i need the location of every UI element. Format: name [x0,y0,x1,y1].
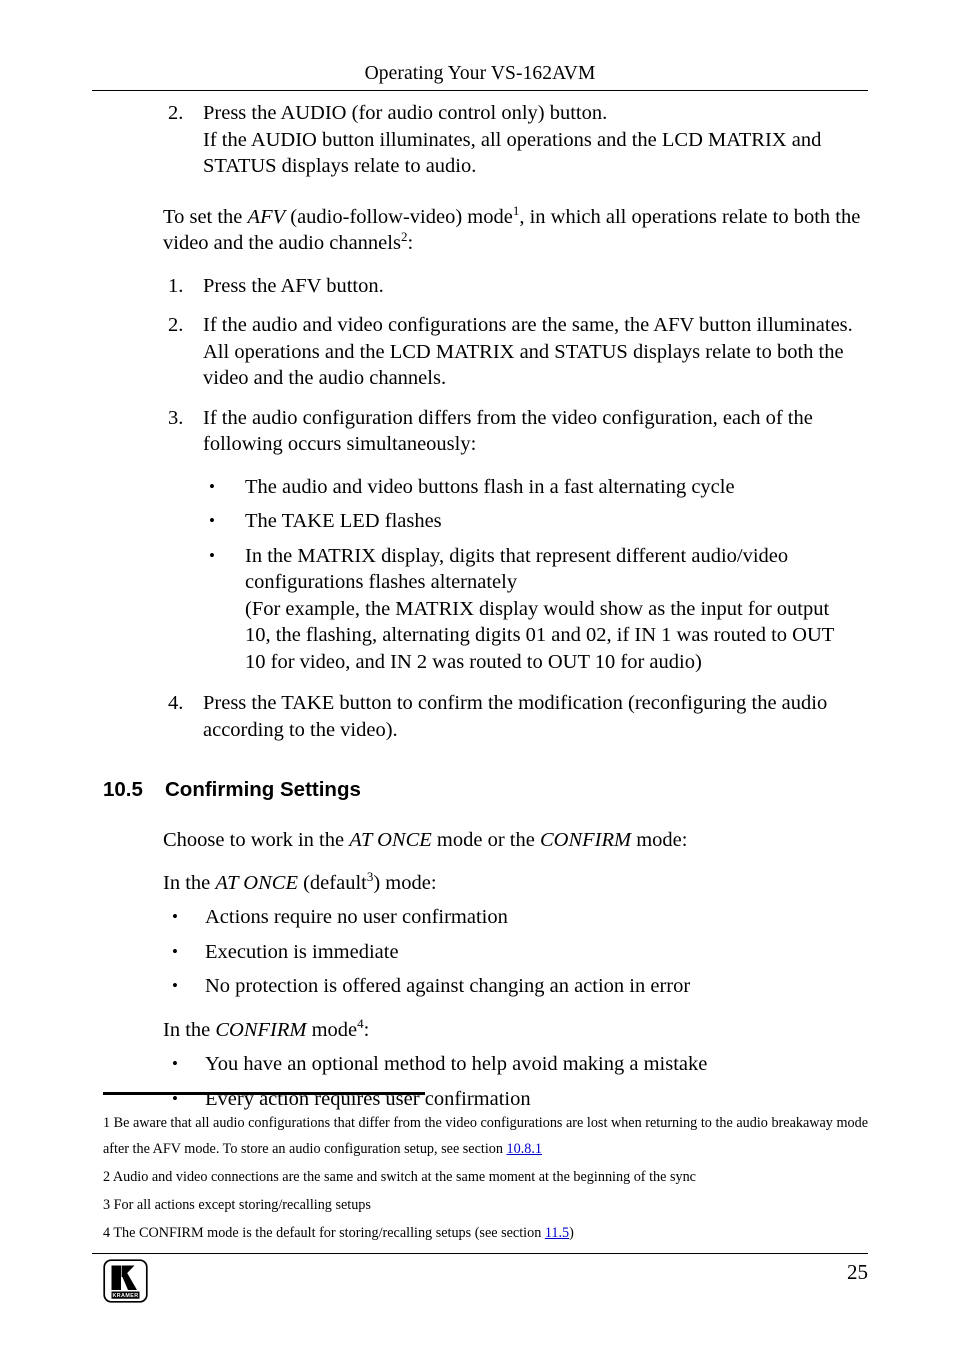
list-item-line-1: Press the AUDIO (for audio control only)… [203,102,608,124]
confirm-bullet-list: • You have an optional method to help av… [0,1051,954,1112]
list-item: • The TAKE LED flashes [0,508,954,535]
bullet-icon: • [209,476,215,496]
at-once-intro-paragraph: In the AT ONCE (default3) mode: [0,870,954,897]
list-item-text: Press the TAKE button to confirm the mod… [203,692,828,741]
list-item: • Actions require no user confirmation [0,904,954,931]
bullet-icon: • [172,976,178,995]
list-item-number: 3. [168,406,184,429]
afv-sub-bullet-list: • The audio and video buttons flash in a… [0,474,954,676]
confirm-part-1: In the [163,1018,216,1041]
list-item-number: 2. [168,102,184,124]
section-title: Confirming Settings [165,778,361,801]
footnote-4-tail: ) [569,1225,574,1241]
at-once-part-1: In the [163,871,216,894]
choose-part-3: mode: [631,829,688,851]
afv-step4-list: 4. Press the TAKE button to confirm the … [0,690,954,743]
footnote-4-link[interactable]: 11.5 [545,1225,569,1241]
list-item-text: No protection is offered against changin… [205,975,691,997]
section-number: 10.5 [103,778,143,801]
list-item-text: If the audio configuration differs from … [203,406,813,456]
section-heading-10-5: 10.5 Confirming Settings [0,777,954,803]
list-item: 2. Press the AUDIO (for audio control on… [0,100,954,180]
afv-intro-paragraph: To set the AFV (audio-follow-video) mode… [0,204,954,257]
list-item: • No protection is offered against chang… [0,973,954,1000]
bullet-icon: • [172,1054,178,1073]
footnote-4: 4 The CONFIRM mode is the default for st… [103,1220,868,1246]
footnote-separator [103,1092,425,1095]
kramer-logo-text: KRAMER [112,1293,138,1299]
confirm-part-2: mode [306,1018,358,1041]
afv-intro-part-4: : [407,232,414,254]
confirm-intro-paragraph: In the CONFIRM mode4: [0,1017,954,1044]
at-once-bullet-list: • Actions require no user confirmation •… [0,904,954,1000]
list-item-text: If the audio and video configurations ar… [203,314,853,389]
list-item-text: Actions require no user confirmation [205,906,508,928]
bullet-icon: • [209,545,215,565]
list-item-number: 2. [168,314,184,336]
list-item-line-2: If the AUDIO button illuminates, all ope… [203,128,822,178]
confirm-italic: CONFIRM [215,1018,307,1041]
bullet-icon: • [172,1088,178,1108]
footnote-2-text: 2 Audio and video connections are the sa… [103,1169,696,1185]
afv-intro-part-2: (audio-follow-video) mode [285,205,513,228]
footer-divider [92,1253,868,1254]
list-item: • In the MATRIX display, digits that rep… [0,543,954,676]
choose-italic-confirm: CONFIRM [539,829,632,851]
choose-part-1: Choose to work in the [163,829,350,851]
footnote-1-link[interactable]: 10.8.1 [507,1141,542,1157]
bullet-icon: • [209,511,215,530]
list-item: • The audio and video buttons flash in a… [0,474,954,501]
footnote-1-body: 1 Be aware that all audio configurations… [103,1115,868,1157]
choose-italic-at-once: AT ONCE [349,829,432,851]
footnote-2: 2 Audio and video connections are the sa… [103,1164,868,1190]
list-item: 1. Press the AFV button. [0,273,954,300]
list-item: • You have an optional method to help av… [0,1051,954,1078]
header-divider [92,90,868,91]
list-item-number: 1. [168,274,184,297]
confirm-part-3: : [363,1018,370,1041]
bullet-icon: • [172,907,178,926]
list-item-text: Press the AFV button. [203,274,384,297]
document-page: Operating Your VS-162AVM 2. Press the AU… [0,0,954,1354]
footnote-1: 1 Be aware that all audio configurations… [103,1110,868,1162]
page-header-title: Operating Your VS-162AVM [364,63,596,84]
list-item: 2. If the audio and video configurations… [0,312,954,392]
at-once-part-2: (default [297,871,367,894]
list-item: 4. Press the TAKE button to confirm the … [0,690,954,743]
footnote-3: 3 For all actions except storing/recalli… [103,1192,868,1218]
audio-step-list: 2. Press the AUDIO (for audio control on… [0,100,954,180]
at-once-part-3: ) mode: [373,871,437,894]
choose-part-2: mode or the [431,829,540,851]
at-once-italic: AT ONCE [215,871,298,894]
list-item: • Execution is immediate [0,939,954,966]
afv-intro-italic-afv: AFV [247,205,286,228]
footnote-4-body: 4 The CONFIRM mode is the default for st… [103,1225,545,1241]
list-item-text: Execution is immediate [205,940,399,963]
page-number: 25 [847,1260,868,1284]
list-item-text: Every action requires user confirmation [205,1087,531,1110]
footnote-1-text: 1 Be aware that all audio configurations… [103,1110,868,1162]
kramer-logo: KRAMER [103,1259,148,1303]
list-item-number: 4. [168,692,184,714]
afv-intro-part-1: To set the [163,205,248,228]
list-item: 3. If the audio configuration differs fr… [0,405,954,458]
list-item-text: The TAKE LED flashes [245,510,442,532]
choose-mode-paragraph: Choose to work in the AT ONCE mode or th… [0,827,954,854]
document-body: 2. Press the AUDIO (for audio control on… [0,100,954,1115]
list-item-text: You have an optional method to help avoi… [205,1053,708,1075]
list-item-text: The audio and video buttons flash in a f… [245,475,735,498]
list-item-text: In the MATRIX display, digits that repre… [245,544,834,673]
list-item: • Every action requires user confirmatio… [0,1086,954,1113]
afv-step-list: 1. Press the AFV button. 2. If the audio… [0,273,954,458]
bullet-icon: • [172,941,178,961]
footnote-area: 1 Be aware that all audio configurations… [103,1110,868,1248]
footnote-3-text: 3 For all actions except storing/recalli… [103,1197,371,1213]
